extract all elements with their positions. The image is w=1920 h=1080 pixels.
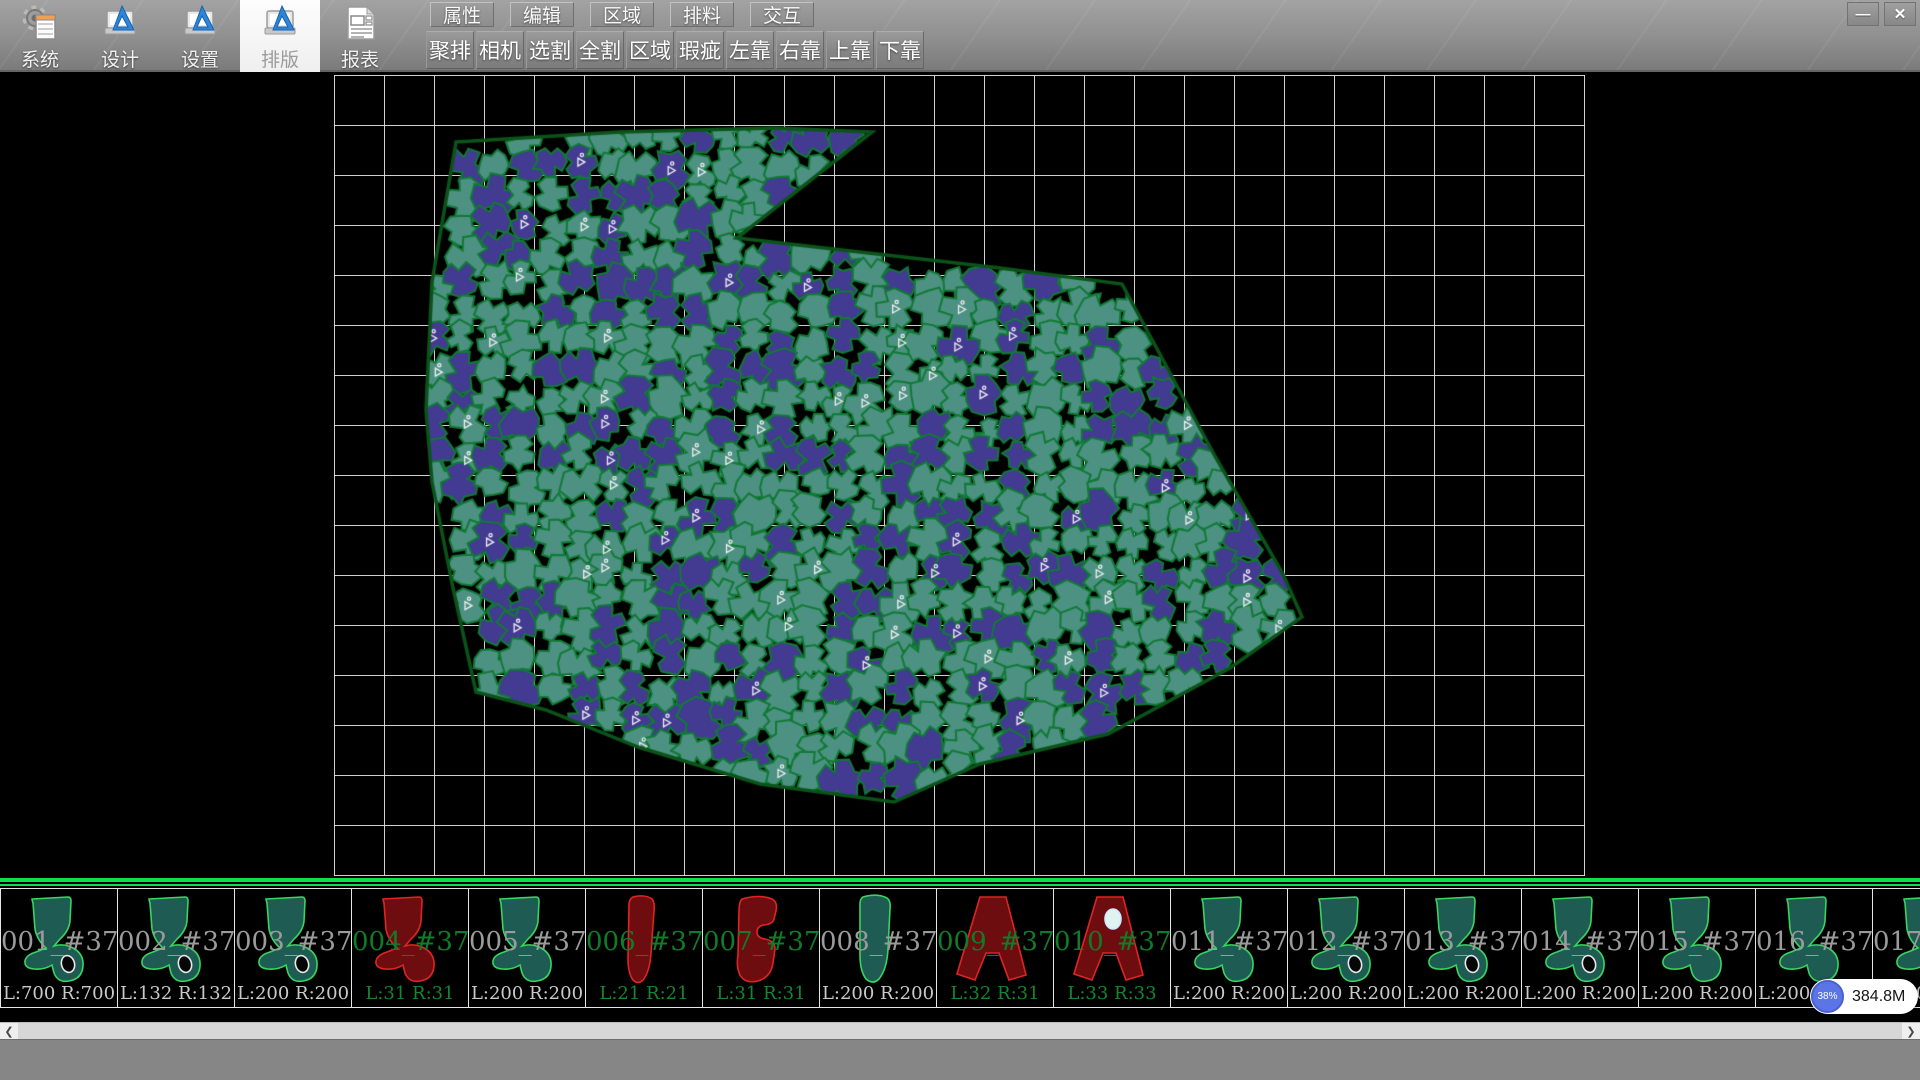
menu-nesting[interactable]: 排料 xyxy=(670,2,734,27)
thumbnail-001[interactable]: 001_#37 L:700 R:700 xyxy=(0,888,118,1008)
btn-cluster-nest[interactable]: 聚排 xyxy=(426,31,474,69)
menu-bar: 属性 编辑 区域 排料 交互 xyxy=(430,2,830,28)
piece-name: 009_#37 xyxy=(937,927,1053,957)
tab-layout-label: 排版 xyxy=(261,45,299,72)
thumbnail-004[interactable]: 004_#37 L:31 R:31 xyxy=(351,888,469,1008)
menu-interaction[interactable]: 交互 xyxy=(750,2,814,27)
menu-edit[interactable]: 编辑 xyxy=(510,2,574,27)
piece-name: 015_#37 xyxy=(1639,927,1755,957)
piece-lr-count: L:200 R:200 xyxy=(235,983,351,1004)
piece-name: 012_#37 xyxy=(1288,927,1404,957)
thumbnail-list: 001_#37 L:700 R:700 002_#37 L:132 R:132 … xyxy=(0,888,1920,1010)
piece-name: 004_#37 xyxy=(352,927,468,957)
minimize-button[interactable]: — xyxy=(1847,2,1879,26)
piece-name: 006_#37 xyxy=(586,927,702,957)
piece-lr-count: L:200 R:200 xyxy=(1639,983,1755,1004)
memory-amount: 384.8M xyxy=(1852,988,1905,1006)
piece-name: 005_#37 xyxy=(469,927,585,957)
piece-name: 013_#37 xyxy=(1405,927,1521,957)
piece-name: 007_#37 xyxy=(703,927,819,957)
btn-camera[interactable]: 相机 xyxy=(476,31,524,69)
thumbnail-013[interactable]: 013_#37 L:200 R:200 xyxy=(1404,888,1522,1008)
tab-settings-label: 设置 xyxy=(181,45,219,72)
piece-lr-count: L:200 R:200 xyxy=(1171,983,1287,1004)
piece-lr-count: L:700 R:700 xyxy=(1,983,117,1004)
piece-lr-count: L:132 R:132 xyxy=(118,983,234,1004)
piece-lr-count: L:200 R:200 xyxy=(1522,983,1638,1004)
piece-name: 011_#37 xyxy=(1171,927,1287,957)
piece-name: 014_#37 xyxy=(1522,927,1638,957)
piece-name: 002_#37 xyxy=(118,927,234,957)
thumbnail-015[interactable]: 015_#37 L:200 R:200 xyxy=(1638,888,1756,1008)
piece-name: 003_#37 xyxy=(235,927,351,957)
window-controls: — ✕ xyxy=(1847,2,1916,26)
thumbnail-003[interactable]: 003_#37 L:200 R:200 xyxy=(234,888,352,1008)
thumbnail-005[interactable]: 005_#37 L:200 R:200 xyxy=(468,888,586,1008)
piece-name: 016_#37 xyxy=(1756,927,1872,957)
memory-usage-badge: 38% 384.8M xyxy=(1810,979,1918,1014)
thumbnail-012[interactable]: 012_#37 L:200 R:200 xyxy=(1287,888,1405,1008)
btn-align-right[interactable]: 右靠 xyxy=(776,31,824,69)
menu-properties[interactable]: 属性 xyxy=(430,2,494,27)
scroll-right-arrow-icon[interactable]: ❯ xyxy=(1902,1023,1920,1040)
btn-select-cut[interactable]: 选割 xyxy=(526,31,574,69)
system-gear-icon xyxy=(19,3,61,43)
piece-lr-count: L:32 R:31 xyxy=(937,983,1053,1004)
piece-name: 001_#37 xyxy=(1,927,117,957)
thumbnail-007[interactable]: 007_#37 L:31 R:31 xyxy=(702,888,820,1008)
leather-hide-nest[interactable] xyxy=(0,72,1920,878)
tab-settings[interactable]: 设置 xyxy=(160,0,240,72)
tab-layout[interactable]: 排版 xyxy=(240,0,320,72)
thumbnail-010[interactable]: 010_#37 L:33 R:33 xyxy=(1053,888,1171,1008)
btn-align-left[interactable]: 左靠 xyxy=(726,31,774,69)
piece-lr-count: L:31 R:31 xyxy=(703,983,819,1004)
piece-thumbnail-strip: 001_#37 L:700 R:700 002_#37 L:132 R:132 … xyxy=(0,878,1920,1008)
btn-defect[interactable]: 瑕疵 xyxy=(676,31,724,69)
piece-name: 017_#37 xyxy=(1873,927,1920,957)
mode-tabs: 系统 设计 设置 xyxy=(0,0,400,72)
btn-zone[interactable]: 区域 xyxy=(626,31,674,69)
tab-design[interactable]: 设计 xyxy=(80,0,160,72)
thumbnail-008[interactable]: 008_#37 L:200 R:200 xyxy=(819,888,937,1008)
thumbnail-009[interactable]: 009_#37 L:32 R:31 xyxy=(936,888,1054,1008)
piece-lr-count: L:31 R:31 xyxy=(352,983,468,1004)
thumbnail-002[interactable]: 002_#37 L:132 R:132 xyxy=(117,888,235,1008)
piece-name: 010_#37 xyxy=(1054,927,1170,957)
tool-buttons: 聚排 相机 选割 全割 区域 瑕疵 左靠 右靠 上靠 下靠 xyxy=(426,31,926,71)
toolbar: 系统 设计 设置 xyxy=(0,0,1920,72)
btn-align-top[interactable]: 上靠 xyxy=(826,31,874,69)
piece-lr-count: L:200 R:200 xyxy=(469,983,585,1004)
tab-design-label: 设计 xyxy=(101,45,139,72)
horizontal-scrollbar[interactable]: ❮ ❯ xyxy=(0,1022,1920,1039)
thumbnail-011[interactable]: 011_#37 L:200 R:200 xyxy=(1170,888,1288,1008)
piece-lr-count: L:21 R:21 xyxy=(586,983,702,1004)
menu-region[interactable]: 区域 xyxy=(590,2,654,27)
memory-percent-indicator: 38% xyxy=(1811,980,1844,1013)
thumbnail-014[interactable]: 014_#37 L:200 R:200 xyxy=(1521,888,1639,1008)
tab-report[interactable]: 报表 xyxy=(320,0,400,72)
thumbnail-006[interactable]: 006_#37 L:21 R:21 xyxy=(585,888,703,1008)
status-bar xyxy=(0,1039,1920,1080)
tab-system[interactable]: 系统 xyxy=(0,0,80,72)
scroll-left-arrow-icon[interactable]: ❮ xyxy=(0,1023,18,1040)
design-icon xyxy=(99,3,141,43)
nesting-app-window: 系统 设计 设置 xyxy=(0,0,1920,1080)
piece-lr-count: L:200 R:200 xyxy=(820,983,936,1004)
piece-name: 008_#37 xyxy=(820,927,936,957)
layout-icon xyxy=(259,3,301,43)
piece-lr-count: L:200 R:200 xyxy=(1288,983,1404,1004)
close-button[interactable]: ✕ xyxy=(1884,2,1916,26)
tab-report-label: 报表 xyxy=(341,45,379,72)
piece-lr-count: L:33 R:33 xyxy=(1054,983,1170,1004)
btn-align-bottom[interactable]: 下靠 xyxy=(876,31,924,69)
nesting-canvas-area[interactable] xyxy=(0,72,1920,878)
btn-cut-all[interactable]: 全割 xyxy=(576,31,624,69)
settings-icon xyxy=(179,3,221,43)
report-icon xyxy=(339,3,381,43)
piece-lr-count: L:200 R:200 xyxy=(1405,983,1521,1004)
tab-system-label: 系统 xyxy=(21,45,59,72)
